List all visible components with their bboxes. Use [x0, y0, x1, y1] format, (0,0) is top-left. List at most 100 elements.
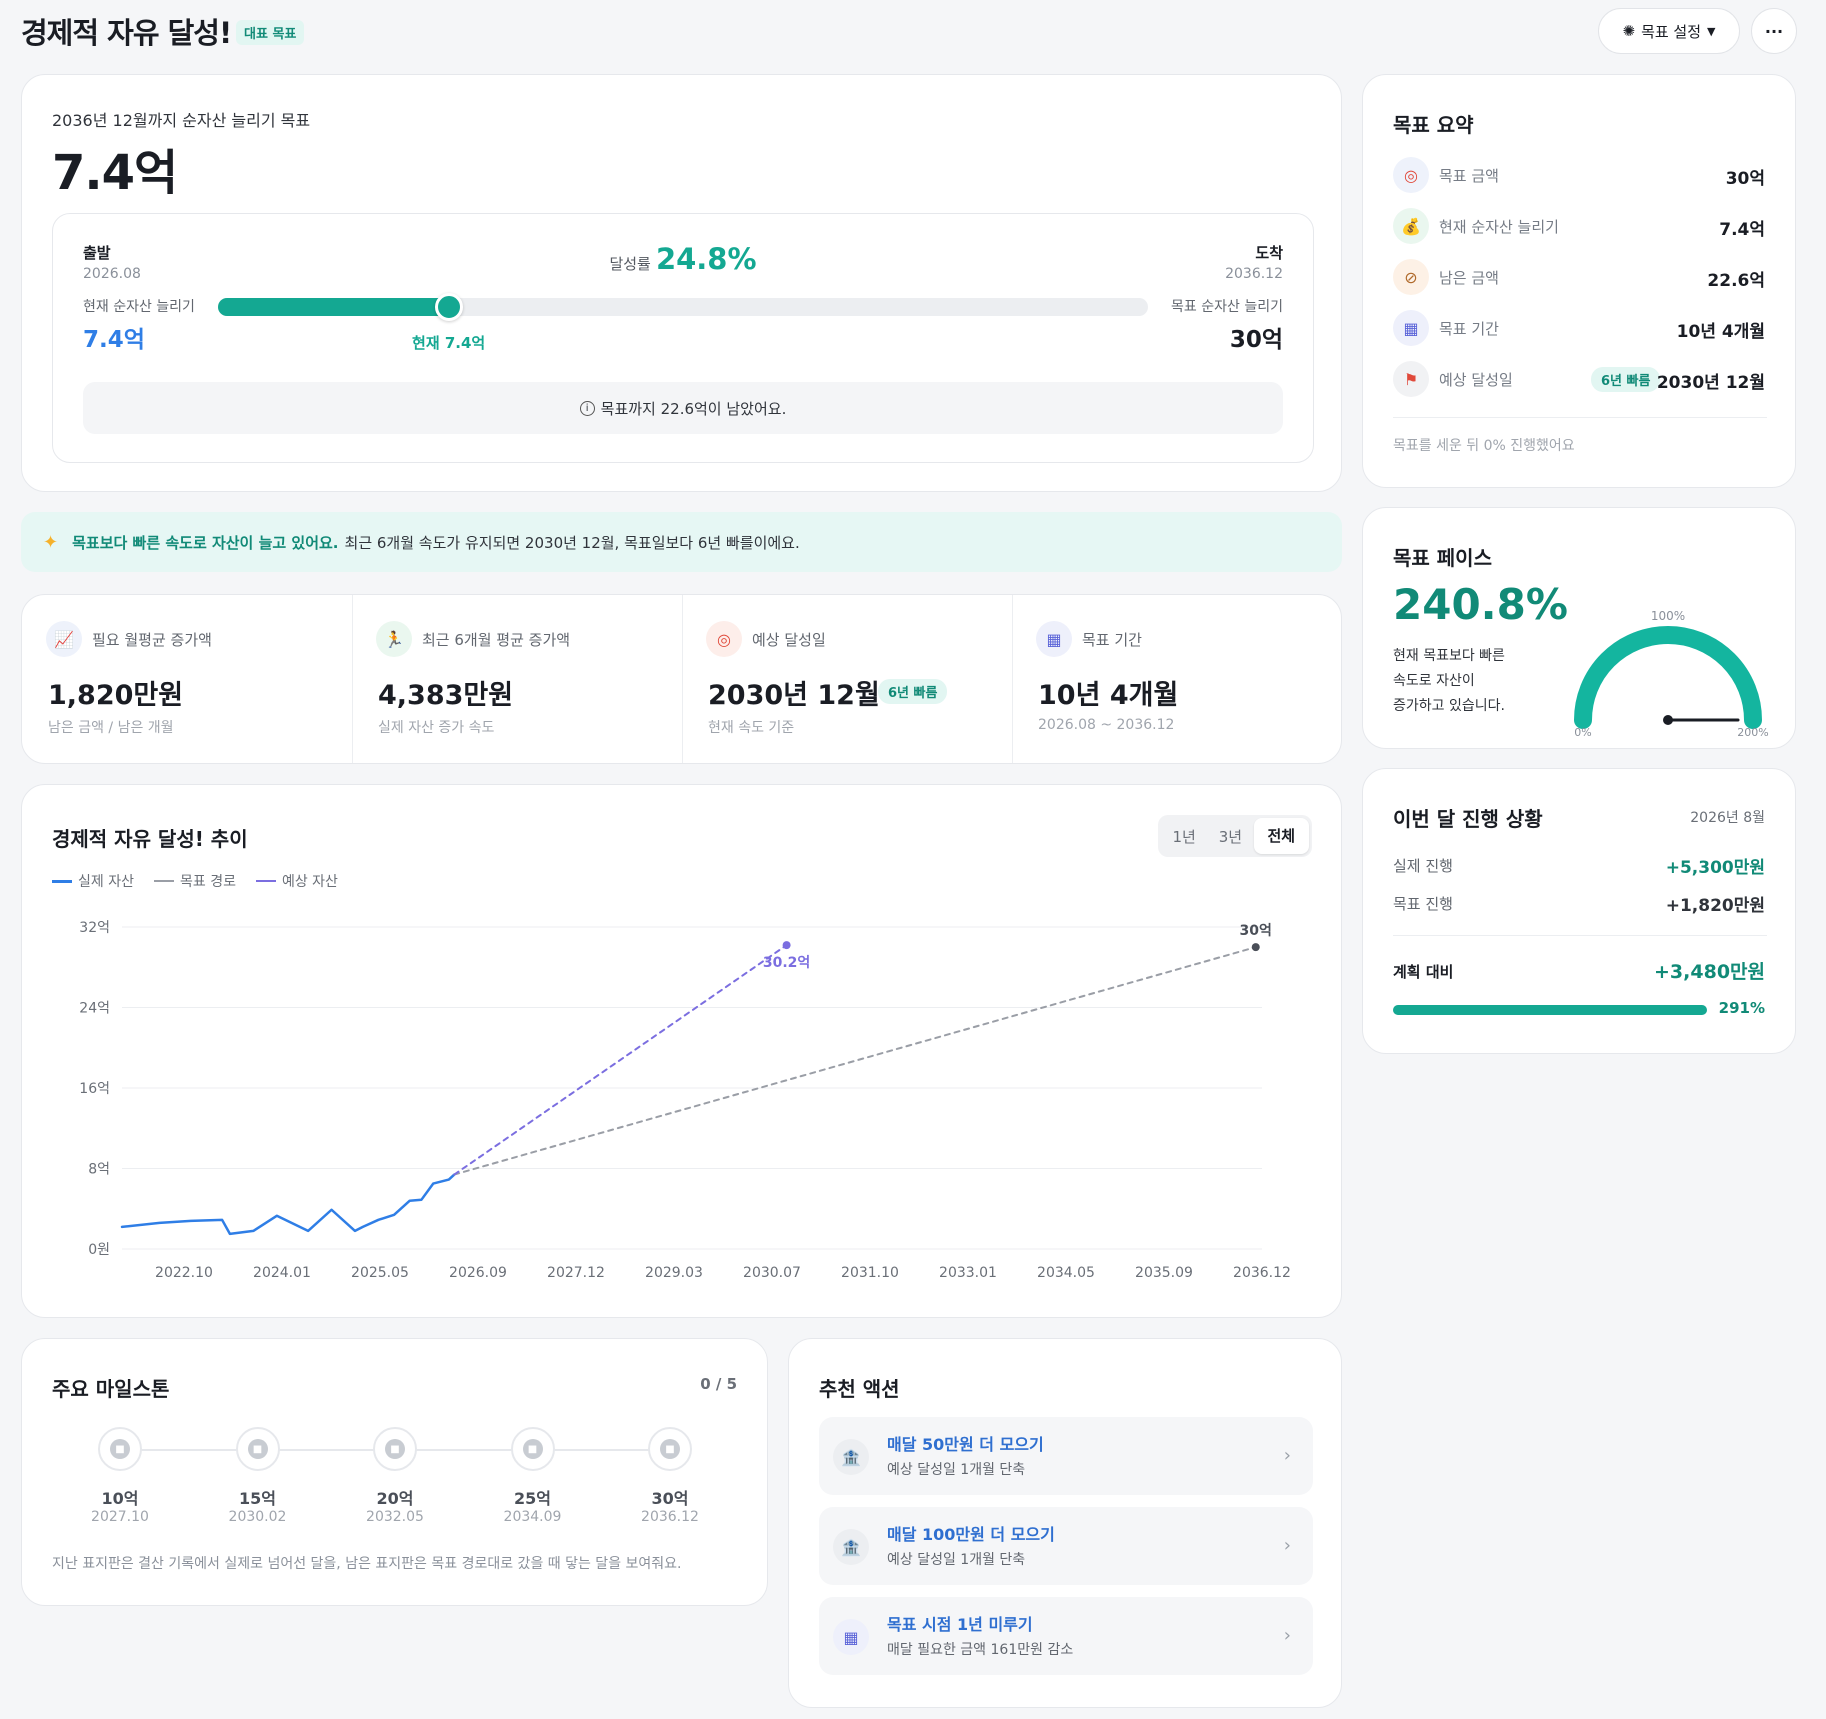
stat-sub: 2026.08 ~ 2036.12 — [1038, 717, 1175, 733]
chevron-right-icon: › — [1283, 1445, 1291, 1466]
bank-icon: 🏦 — [833, 1529, 869, 1565]
trend-chart: 0원 8억 16억 24억 32억 2022.10 2024.01 2025.05 2026.0… — [79, 920, 1291, 1281]
y-tick-label: 16억 — [79, 1081, 110, 1097]
milestones-note: 지난 표지판은 결산 기록에서 실제로 넘어선 달을, 남은 표지판은 목표 경… — [52, 1556, 682, 1572]
milestone-node: ■ — [373, 1427, 417, 1471]
x-tick-label: 2029.03 — [645, 1265, 703, 1281]
summary-value: 22.6억 — [1707, 271, 1765, 291]
action-item[interactable]: 🏦 매달 100만원 더 모으기 예상 달성일 1개월 단축 › — [819, 1507, 1313, 1585]
endpoint-label: 30.2억 — [763, 955, 810, 971]
milestone-value: 10억 — [101, 1489, 139, 1508]
summary-divider — [1393, 417, 1767, 418]
x-tick-label: 2025.05 — [351, 1265, 409, 1281]
x-tick-label: 2022.10 — [155, 1265, 213, 1281]
goal-settings-button[interactable]: ✺ 목표 설정 ▼ — [1598, 8, 1740, 54]
progress-fill — [218, 298, 449, 316]
summary-label: 목표 기간 — [1439, 320, 1499, 338]
remaining-info-box: i 목표까지 22.6억이 남았어요. — [83, 382, 1283, 434]
vs-plan-track — [1393, 1005, 1707, 1015]
target-icon: ◎ — [1393, 157, 1429, 193]
milestone-date: 2030.02 — [228, 1509, 287, 1525]
series-line — [120, 1173, 456, 1236]
stat-faster-badge: 6년 빠름 — [878, 679, 948, 704]
calendar-icon: ▦ — [833, 1619, 869, 1655]
action-sub: 매달 필요한 금액 161만원 감소 — [887, 1642, 1074, 1658]
progress-knob — [434, 293, 463, 321]
page-title: 경제적 자유 달성! — [21, 16, 232, 50]
summary-value: 2030년 12월 — [1656, 373, 1765, 393]
progress-marker-label: 현재 7.4억 — [412, 334, 486, 352]
action-title: 매달 100만원 더 모으기 — [887, 1525, 1055, 1544]
month-title: 이번 달 진행 상황 — [1393, 807, 1543, 831]
pace-gauge: 100% 0% 200% — [1574, 609, 1769, 738]
primary-goal-badge: 대표 목표 — [236, 20, 305, 45]
goal-settings-label: 목표 설정 — [1641, 22, 1702, 41]
milestone-date: 2027.10 — [91, 1509, 149, 1525]
pace-banner: ✦ 목표보다 빠른 속도로 자산이 늘고 있어요. 최근 6개월 속도가 유지되… — [21, 512, 1342, 572]
goal-summary-card: 목표 요약 ◎ 목표 금액 30억 💰 현재 순자산 늘리기 7.4억 ⊘ 남은… — [1362, 74, 1796, 488]
month-date: 2026년 8월 — [1690, 810, 1765, 826]
x-tick-label: 2031.10 — [841, 1265, 899, 1281]
target-networth-label: 목표 순자산 늘리기 — [1171, 299, 1283, 315]
milestone-node: ■ — [648, 1427, 692, 1471]
lock-icon: ■ — [385, 1439, 405, 1459]
banner-highlight: 목표보다 빠른 속도로 자산이 늘고 있어요. — [72, 533, 339, 552]
stats-card: 📈 필요 월평균 증가액 1,820만원 남은 금액 / 남은 개월 🏃 최근 … — [21, 594, 1342, 764]
calendar-icon: ▦ — [1393, 310, 1429, 346]
pace-desc-line: 속도로 자산이 — [1393, 673, 1475, 689]
gear-icon: ✺ — [1622, 22, 1636, 40]
stat-recent-average: 🏃 최근 6개월 평균 증가액 4,383만원 실제 자산 증가 속도 — [352, 595, 682, 763]
lock-icon: ■ — [522, 1439, 543, 1459]
x-tick-label: 2035.09 — [1135, 1265, 1193, 1281]
goal-subtitle: 2036년 12월까지 순자산 늘리기 목표 — [52, 111, 311, 130]
vs-plan-percent: 291% — [1718, 999, 1765, 1017]
current-networth-label: 현재 순자산 늘리기 — [83, 299, 195, 315]
x-tick-label: 2030.07 — [743, 1265, 801, 1281]
more-options-button[interactable]: ··· — [1751, 8, 1797, 54]
month-divider — [1393, 935, 1767, 936]
lock-icon: ■ — [247, 1439, 268, 1459]
action-item[interactable]: 🏦 매달 50만원 더 모으기 예상 달성일 1개월 단축 › — [819, 1417, 1313, 1495]
target-progress-label: 목표 진행 — [1393, 895, 1453, 913]
stat-label: 목표 기간 — [1082, 631, 1142, 649]
y-tick-label: 0원 — [88, 1242, 110, 1258]
chevron-right-icon: › — [1283, 1535, 1291, 1556]
summary-title: 목표 요약 — [1393, 113, 1474, 137]
target-networth-value: 30억 — [1229, 327, 1283, 353]
summary-label: 현재 순자산 늘리기 — [1439, 218, 1559, 236]
summary-value: 30억 — [1725, 169, 1765, 189]
summary-label: 남은 금액 — [1439, 269, 1499, 287]
achievement-rate-value: 24.8% — [655, 242, 757, 276]
action-item[interactable]: ▦ 목표 시점 1년 미루기 매달 필요한 금액 161만원 감소 › — [819, 1597, 1313, 1675]
stat-value: 4,383만원 — [378, 680, 514, 711]
stat-value: 10년 4개월 — [1038, 680, 1179, 711]
summary-faster-badge: 6년 빠름 — [1591, 367, 1661, 392]
target-progress-value: +1,820만원 — [1665, 896, 1765, 916]
x-tick-label: 2027.12 — [547, 1265, 605, 1281]
milestones-count: 0 / 5 — [700, 1375, 737, 1393]
action-title: 매달 50만원 더 모으기 — [887, 1435, 1044, 1454]
milestone-value: 30억 — [651, 1489, 689, 1508]
info-icon: i — [579, 400, 595, 416]
target-icon: ◎ — [706, 621, 742, 657]
milestone-value: 20억 — [376, 1489, 414, 1508]
actions-title: 추천 액션 — [819, 1377, 900, 1401]
stat-label: 예상 달성일 — [752, 631, 826, 649]
actual-progress-label: 실제 진행 — [1393, 857, 1453, 875]
endpoint-dot — [1251, 943, 1260, 952]
flag-icon: ⚑ — [1393, 361, 1429, 397]
milestones-card: 주요 마일스톤 0 / 5 ■ 10억 2027.10 ■ 15억 2030.02 ■ 20억… — [21, 1338, 768, 1606]
stat-label: 최근 6개월 평균 증가액 — [422, 631, 571, 649]
milestone-value: 25억 — [514, 1489, 551, 1508]
gauge-pivot — [1663, 715, 1673, 725]
gauge-top-label: 100% — [1651, 609, 1685, 623]
gauge-right-label: 200% — [1737, 726, 1768, 738]
banner-text: 최근 6개월 속도가 유지되면 2030년 12월, 목표일보다 6년 빠를이에… — [344, 533, 800, 552]
summary-value: 7.4억 — [1719, 220, 1765, 240]
endpoint-dot — [782, 941, 791, 950]
stat-label: 필요 월평균 증가액 — [92, 631, 212, 649]
milestone-node: ■ — [98, 1427, 142, 1471]
pace-description: 현재 목표보다 빠른 속도로 자산이 증가하고 있습니다. — [1393, 644, 1505, 719]
current-networth-value: 7.4억 — [83, 327, 145, 353]
recommended-actions-card: 추천 액션 🏦 매달 50만원 더 모으기 예상 달성일 1개월 단축 › 🏦 … — [788, 1338, 1342, 1708]
